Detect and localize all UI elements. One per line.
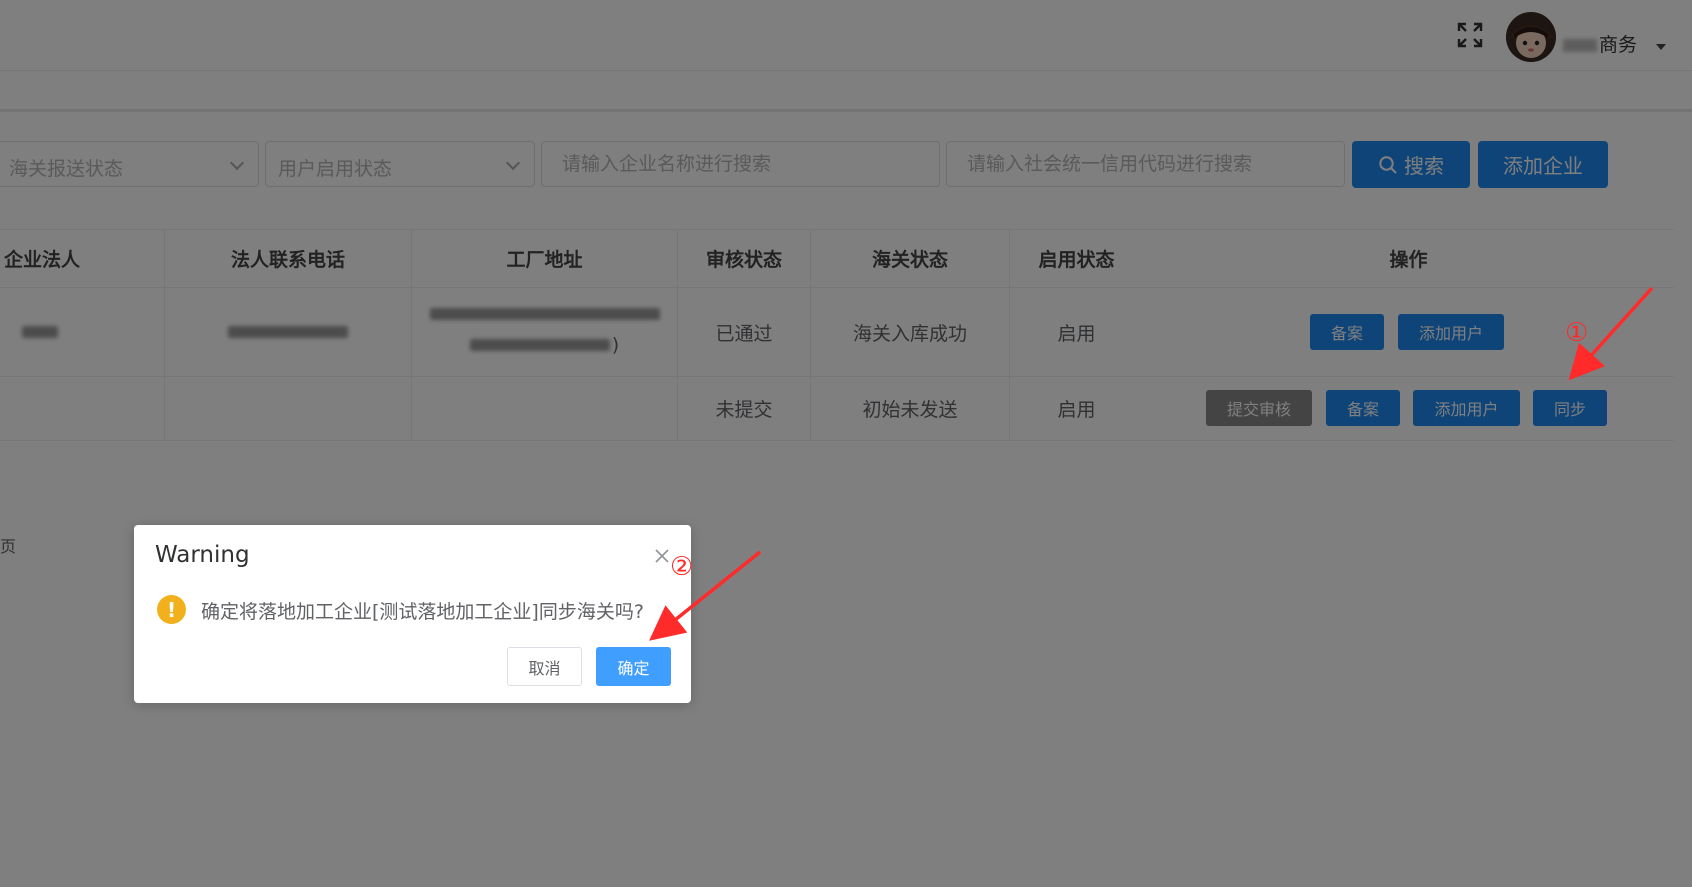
cancel-button[interactable]: 取消 <box>507 647 582 686</box>
warning-dialog: Warning ! 确定将落地加工企业[测试落地加工企业]同步海关吗? 取消 确… <box>134 525 691 703</box>
step-2-label: ② <box>670 552 694 582</box>
confirm-button[interactable]: 确定 <box>596 647 671 686</box>
dialog-title: Warning <box>155 542 250 568</box>
modal-overlay[interactable] <box>0 0 1692 887</box>
warning-icon: ! <box>157 595 186 624</box>
dialog-message: 确定将落地加工企业[测试落地加工企业]同步海关吗? <box>201 601 644 623</box>
step-1-label: ① <box>1565 318 1589 348</box>
